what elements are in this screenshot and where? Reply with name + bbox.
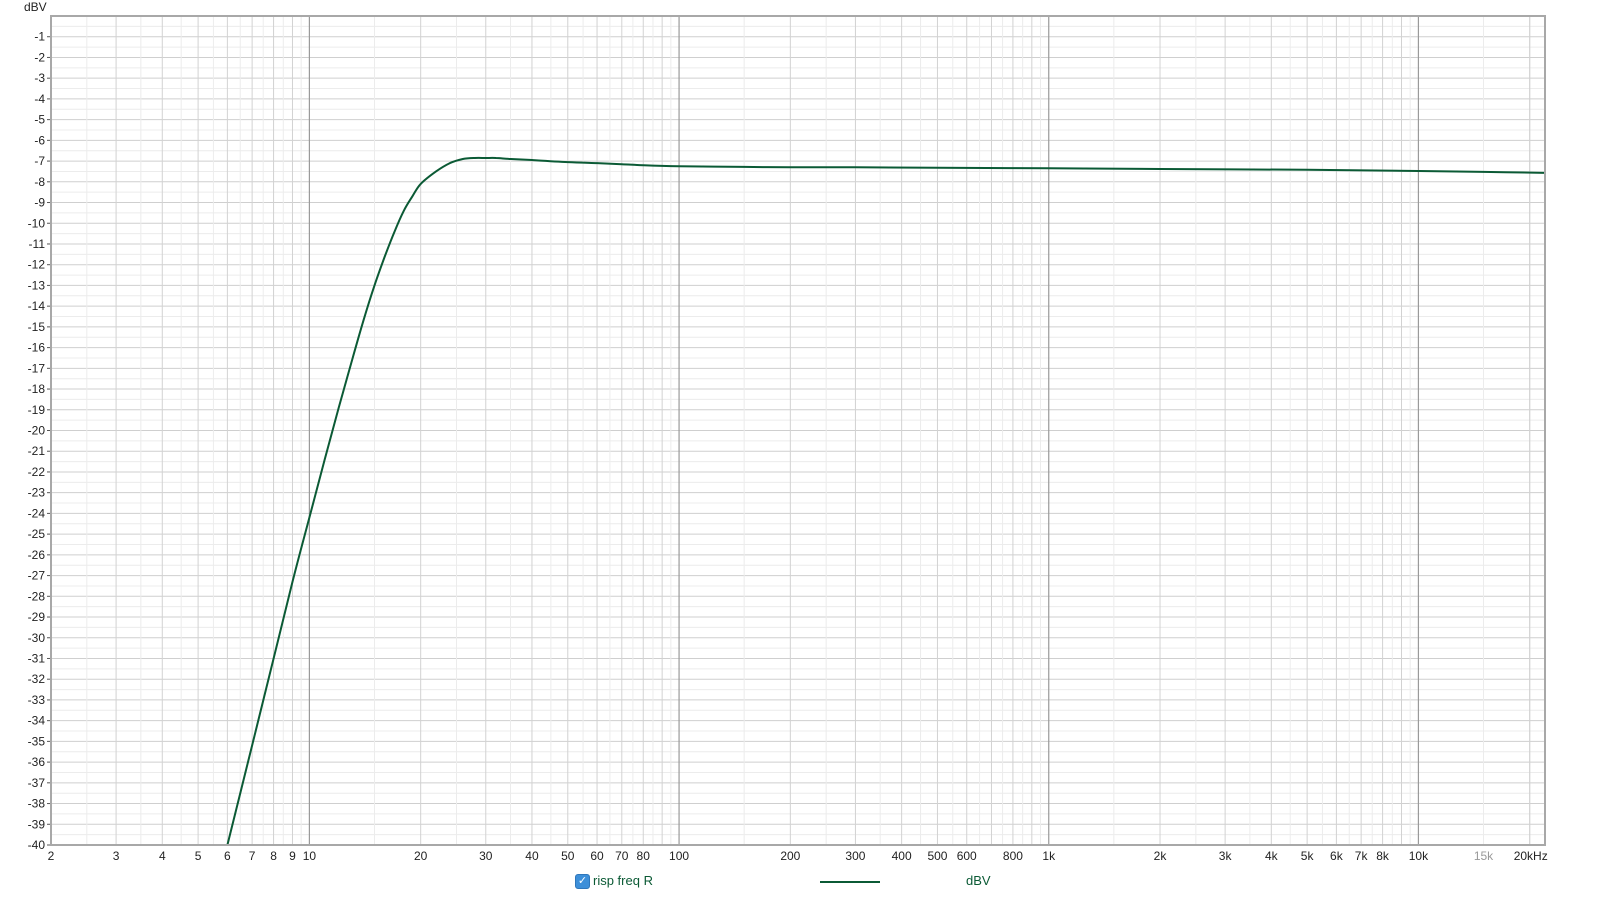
x-tick-label: 4k <box>1265 849 1279 863</box>
x-tick-label: 40 <box>525 849 539 863</box>
y-tick-label: -21 <box>28 444 46 458</box>
y-tick-label: -16 <box>28 341 46 355</box>
legend-unit-label: dBV <box>966 873 991 888</box>
series-visibility-checkbox[interactable]: ✓ <box>575 874 590 889</box>
x-tick-label: 9 <box>289 849 296 863</box>
x-tick-label: 20 <box>414 849 428 863</box>
x-tick-label: 600 <box>957 849 977 863</box>
grid <box>50 15 1545 846</box>
y-tick-label: -19 <box>28 403 46 417</box>
y-axis-ticks: -1 -2 -3 -4 -5 -6 -7 -8 -9 -10 -11 -12 -13 -14 -15 -16 -… <box>28 30 51 852</box>
y-tick-label: -23 <box>28 486 46 500</box>
y-tick-label: -36 <box>28 755 46 769</box>
y-tick-label: -1 <box>34 30 45 44</box>
x-tick-label: 5k <box>1301 849 1315 863</box>
y-tick-label: -8 <box>34 175 45 189</box>
y-tick-label: -11 <box>29 237 46 251</box>
y-tick-label: -29 <box>28 610 46 624</box>
y-axis-label: dBV <box>24 0 47 14</box>
x-tick-label: 8 <box>270 849 277 863</box>
x-tick-label: 3k <box>1219 849 1233 863</box>
y-tick-label: -25 <box>28 527 46 541</box>
y-tick-label: -3 <box>34 71 45 85</box>
x-tick-label: 200 <box>780 849 800 863</box>
y-tick-label: -17 <box>28 361 46 375</box>
y-tick-label: -18 <box>28 382 46 396</box>
y-tick-label: -32 <box>28 672 46 686</box>
y-tick-label: -28 <box>28 589 46 603</box>
x-tick-label: 10 <box>303 849 317 863</box>
y-tick-label: -26 <box>28 548 46 562</box>
x-tick-label: 60 <box>590 849 604 863</box>
x-tick-label: 5 <box>195 849 202 863</box>
x-axis-ticks: 2 3 4 5 6 7 8 9 10 20 30 40 50 60 70 80 100 200 300 400 500 6… <box>48 849 1548 863</box>
x-tick-label: 70 <box>615 849 629 863</box>
y-tick-label: -33 <box>28 693 46 707</box>
y-tick-label: -13 <box>28 278 46 292</box>
y-tick-label: -10 <box>28 216 46 230</box>
y-tick-label: -35 <box>28 734 46 748</box>
x-tick-label: 80 <box>637 849 651 863</box>
x-tick-label: 20kHz <box>1514 849 1548 863</box>
x-tick-label: 6k <box>1330 849 1344 863</box>
y-tick-label: -22 <box>28 465 46 479</box>
y-tick-label: -39 <box>28 817 46 831</box>
x-tick-label: 1k <box>1042 849 1056 863</box>
x-tick-label: 800 <box>1003 849 1023 863</box>
y-tick-label: -9 <box>34 196 45 210</box>
x-tick-label: 10k <box>1409 849 1429 863</box>
x-tick-label: 400 <box>892 849 912 863</box>
x-tick-label: 4 <box>159 849 166 863</box>
frequency-response-chart: -1 -2 -3 -4 -5 -6 -7 -8 -9 -10 -11 -12 -13 -14 -15 -16 -… <box>24 0 1548 863</box>
x-tick-label: 7 <box>249 849 256 863</box>
y-tick-label: -6 <box>34 133 45 147</box>
x-tick-label: 6 <box>224 849 231 863</box>
y-tick-label: -14 <box>28 299 46 313</box>
x-tick-label: 15k <box>1474 849 1494 863</box>
x-tick-label: 100 <box>669 849 689 863</box>
y-tick-label: -5 <box>34 113 45 127</box>
legend-line-swatch <box>820 881 880 883</box>
y-tick-label: -31 <box>28 651 46 665</box>
y-tick-label: -38 <box>28 797 46 811</box>
x-tick-label: 50 <box>561 849 575 863</box>
x-tick-label: 2k <box>1154 849 1168 863</box>
y-tick-label: -34 <box>28 714 46 728</box>
x-tick-label: 2 <box>48 849 55 863</box>
x-tick-label: 8k <box>1376 849 1390 863</box>
x-tick-label: 7k <box>1355 849 1369 863</box>
legend: ✓ risp freq R dBV <box>0 872 1600 894</box>
legend-series-label: risp freq R <box>593 873 653 888</box>
y-tick-label: -37 <box>28 776 46 790</box>
y-tick-label: -4 <box>34 92 45 106</box>
x-tick-label: 3 <box>113 849 120 863</box>
x-tick-label: 30 <box>479 849 493 863</box>
y-tick-label: -7 <box>34 154 45 168</box>
y-tick-label: -27 <box>28 569 46 583</box>
x-tick-label: 500 <box>927 849 947 863</box>
x-tick-label: 300 <box>845 849 865 863</box>
y-tick-label: -20 <box>28 424 46 438</box>
y-tick-label: -30 <box>28 631 46 645</box>
y-tick-label: -15 <box>28 320 46 334</box>
y-tick-label: -2 <box>34 50 45 64</box>
y-tick-label: -40 <box>28 838 46 852</box>
y-tick-label: -24 <box>28 506 46 520</box>
y-tick-label: -12 <box>28 258 46 272</box>
